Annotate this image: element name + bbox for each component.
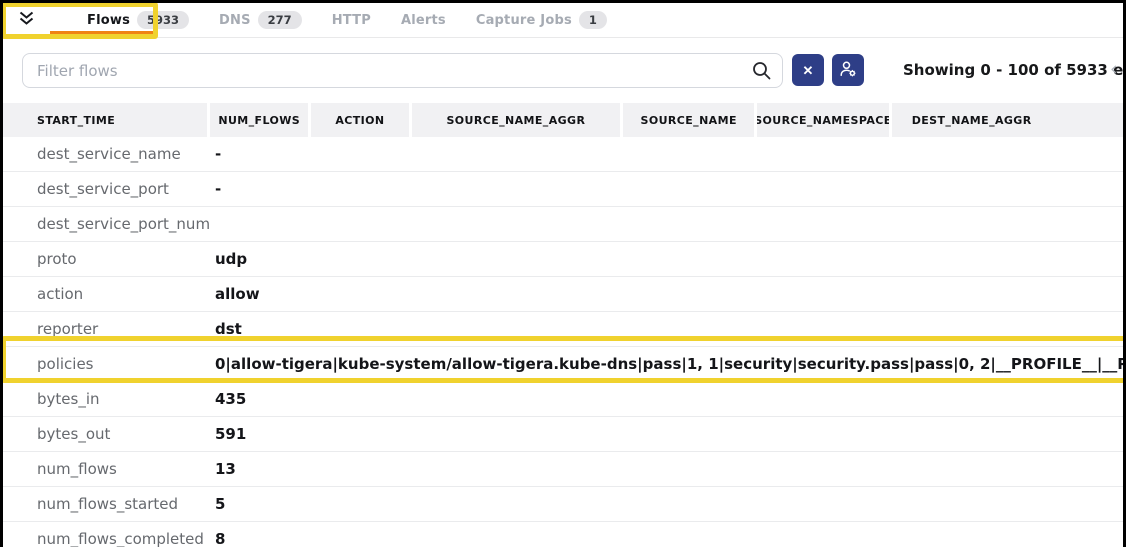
detail-row-policies[interactable]: policies 0|allow-tigera|kube-system/allo… xyxy=(3,347,1126,382)
tab-dns-label: DNS xyxy=(219,13,251,28)
detail-key: num_flows xyxy=(37,460,212,478)
detail-value: 435 xyxy=(215,390,1126,408)
column-header-source-name-aggr[interactable]: SOURCE_NAME_AGGR xyxy=(412,103,624,137)
detail-row-action[interactable]: action allow xyxy=(3,277,1126,312)
detail-row-dest-service-port-num[interactable]: dest_service_port_num xyxy=(3,207,1126,242)
clear-filter-button[interactable]: ✕ xyxy=(792,54,824,86)
tab-capture-jobs[interactable]: Capture Jobs 1 xyxy=(476,11,607,29)
detail-key: bytes_out xyxy=(37,425,212,443)
tab-capture-jobs-badge: 1 xyxy=(579,11,607,29)
tab-capture-jobs-label: Capture Jobs xyxy=(476,13,572,28)
detail-value: 8 xyxy=(215,530,1126,547)
column-header-start-time[interactable]: START_TIME xyxy=(3,103,210,137)
column-header-num-flows[interactable]: NUM_FLOWS xyxy=(210,103,311,137)
detail-value: - xyxy=(215,180,1126,198)
tab-alerts-label: Alerts xyxy=(401,13,446,28)
detail-value: allow xyxy=(215,285,1126,303)
tab-flows-badge: 5933 xyxy=(137,11,189,29)
detail-row-num-flows-started[interactable]: num_flows_started 5 xyxy=(3,487,1126,522)
double-chevron-down-icon xyxy=(18,11,35,29)
detail-key: action xyxy=(37,285,212,303)
detail-key: reporter xyxy=(37,320,212,338)
detail-row-num-flows-completed[interactable]: num_flows_completed 8 xyxy=(3,522,1126,547)
detail-key: proto xyxy=(37,250,212,268)
collapse-all-button[interactable] xyxy=(18,10,35,30)
pagination-summary: Showing 0 - 100 of 5933 entries xyxy=(903,61,1126,79)
detail-key: num_flows_started xyxy=(37,495,212,513)
detail-row-reporter[interactable]: reporter dst xyxy=(3,312,1126,347)
detail-value: 591 xyxy=(215,425,1126,443)
column-header-source-namespace[interactable]: SOURCE_NAMESPACE xyxy=(757,103,892,137)
search-icon xyxy=(751,60,772,85)
tab-bar: Flows 5933 DNS 277 HTTP Alerts Capture J… xyxy=(3,3,1123,37)
flow-logs-page: Flows 5933 DNS 277 HTTP Alerts Capture J… xyxy=(0,0,1126,547)
frame-edge-left xyxy=(0,0,3,547)
detail-value: 0|allow-tigera|kube-system/allow-tigera.… xyxy=(215,355,1126,373)
detail-value: - xyxy=(215,145,1126,163)
detail-value: dst xyxy=(215,320,1126,338)
active-tab-underline xyxy=(50,31,154,34)
detail-key: dest_service_name xyxy=(37,145,212,163)
tab-dns[interactable]: DNS 277 xyxy=(219,11,302,29)
close-icon: ✕ xyxy=(803,64,814,77)
user-settings-button[interactable] xyxy=(832,54,864,86)
filter-flows-input[interactable] xyxy=(22,53,783,88)
tab-http[interactable]: HTTP xyxy=(332,13,371,28)
detail-key: dest_service_port xyxy=(37,180,212,198)
detail-value: udp xyxy=(215,250,1126,268)
detail-row-dest-service-name[interactable]: dest_service_name - xyxy=(3,137,1126,172)
tab-flows[interactable]: Flows 5933 xyxy=(87,11,189,29)
tabbar-divider xyxy=(3,37,1123,38)
detail-row-dest-service-port[interactable]: dest_service_port - xyxy=(3,172,1126,207)
previous-page-chevron-icon[interactable]: ‹ xyxy=(1110,58,1118,80)
tab-http-label: HTTP xyxy=(332,13,371,28)
detail-row-bytes-out[interactable]: bytes_out 591 xyxy=(3,417,1126,452)
column-header-action[interactable]: ACTION xyxy=(311,103,411,137)
detail-key: policies xyxy=(37,355,212,373)
tab-alerts[interactable]: Alerts xyxy=(401,13,446,28)
frame-edge-top xyxy=(0,0,1126,3)
detail-value: 13 xyxy=(215,460,1126,478)
user-gear-icon xyxy=(839,60,857,81)
detail-row-bytes-in[interactable]: bytes_in 435 xyxy=(3,382,1126,417)
table-header-row: START_TIME NUM_FLOWS ACTION SOURCE_NAME_… xyxy=(3,103,1126,137)
detail-value: 5 xyxy=(215,495,1126,513)
detail-key: dest_service_port_num xyxy=(37,215,212,233)
column-header-source-name[interactable]: SOURCE_NAME xyxy=(623,103,757,137)
detail-row-proto[interactable]: proto udp xyxy=(3,242,1126,277)
tab-flows-label: Flows xyxy=(87,13,130,28)
detail-row-num-flows[interactable]: num_flows 13 xyxy=(3,452,1126,487)
flow-detail-list: dest_service_name - dest_service_port - … xyxy=(3,137,1126,547)
column-header-dest-name-aggr[interactable]: DEST_NAME_AGGR xyxy=(892,103,1126,137)
tab-dns-badge: 277 xyxy=(258,11,302,29)
detail-key: num_flows_completed xyxy=(37,530,212,547)
detail-key: bytes_in xyxy=(37,390,212,408)
